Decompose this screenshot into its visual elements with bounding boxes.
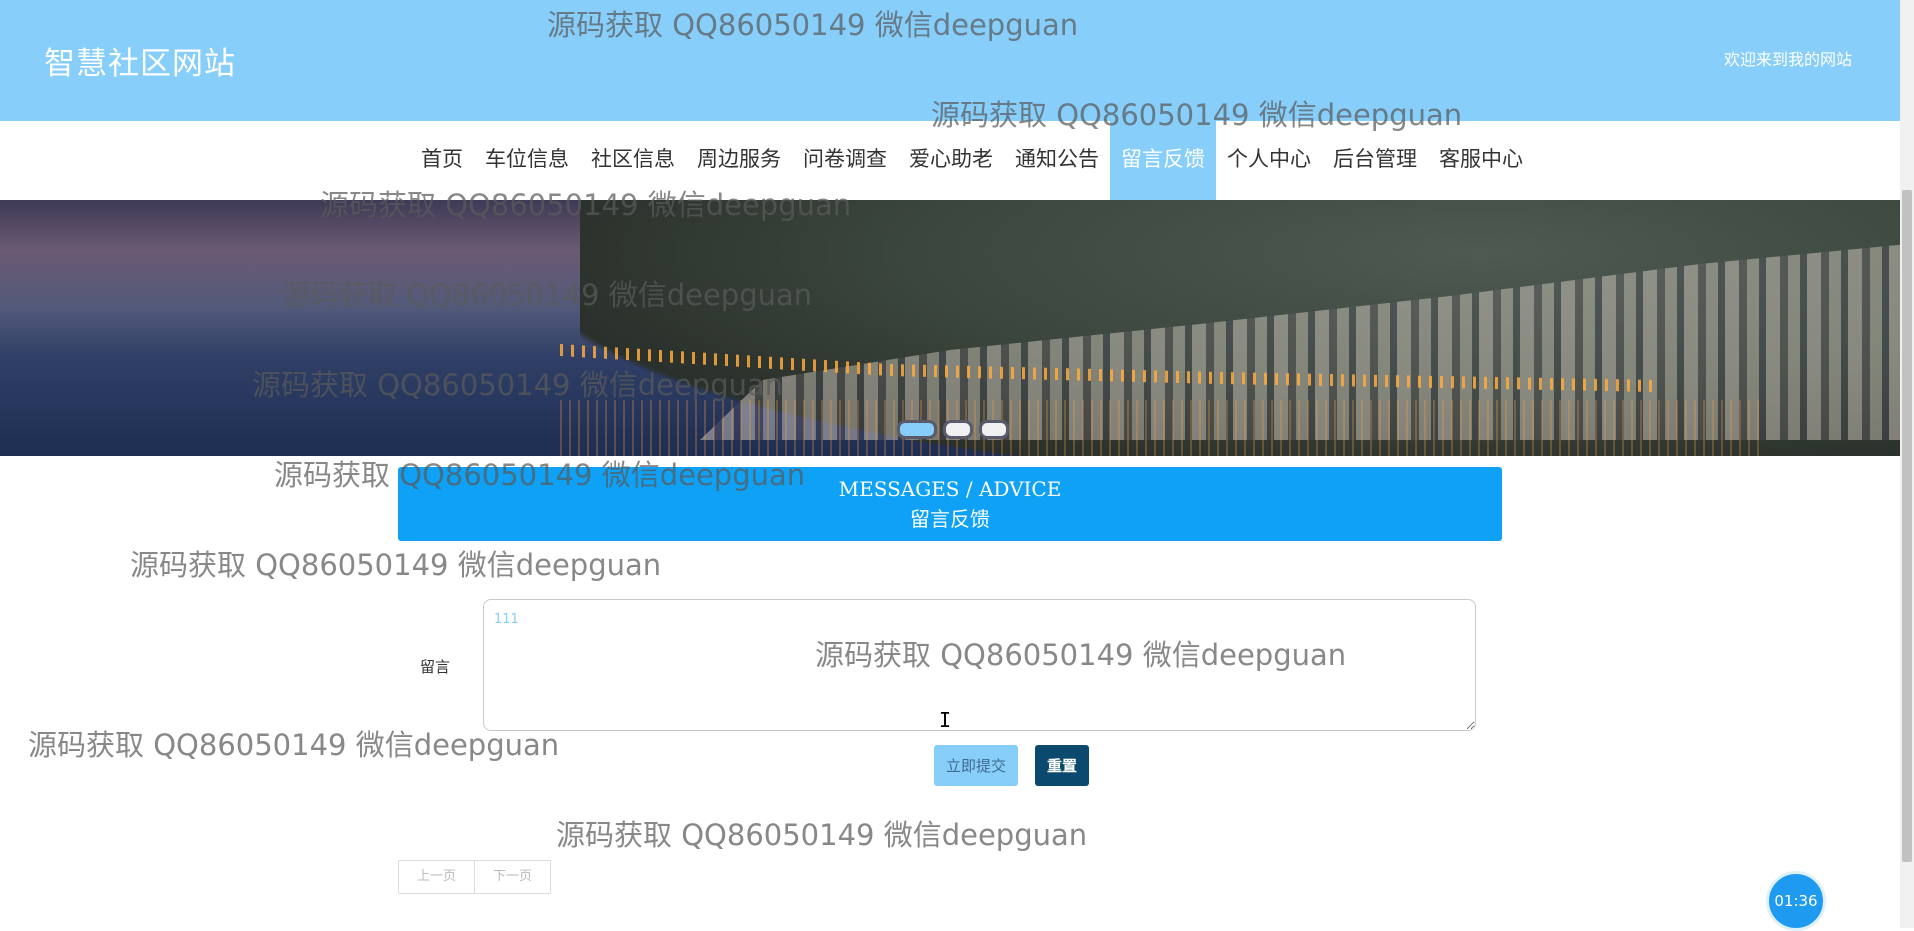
welcome-text: 欢迎来到我的网站 (1723, 50, 1852, 69)
nav-item-elderly-care[interactable]: 爱心助老 (898, 121, 1004, 200)
section-title-cn: 留言反馈 (910, 507, 990, 531)
next-page-button[interactable]: 下一页 (475, 860, 551, 894)
carousel-dot-1[interactable] (897, 420, 937, 439)
section-title-en: MESSAGES / ADVICE (838, 477, 1062, 501)
nav-item-parking[interactable]: 车位信息 (474, 121, 580, 200)
nav-item-support[interactable]: 客服中心 (1428, 121, 1534, 200)
timer-badge[interactable]: 01:36 (1766, 871, 1826, 931)
banner-carousel (0, 200, 1900, 456)
prev-page-button[interactable]: 上一页 (398, 860, 475, 894)
watermark-text: 源码获取 QQ86050149 微信deepguan (28, 728, 560, 762)
carousel-dot-3[interactable] (979, 420, 1009, 439)
carousel-indicators (897, 420, 1009, 439)
site-title[interactable]: 智慧社区网站 (44, 38, 236, 83)
nav-item-home[interactable]: 首页 (410, 121, 474, 200)
text-cursor-icon: I (939, 708, 952, 732)
nav-item-services[interactable]: 周边服务 (686, 121, 792, 200)
message-label: 留言 (420, 658, 451, 676)
page-scrollbar[interactable] (1900, 0, 1914, 928)
submit-button[interactable]: 立即提交 (934, 745, 1018, 786)
scrollbar-thumb[interactable] (1902, 190, 1912, 862)
watermark-text: 源码获取 QQ86050149 微信deepguan (130, 548, 662, 582)
message-textarea[interactable]: 111 (483, 599, 1476, 731)
carousel-dot-2[interactable] (943, 420, 973, 439)
watermark-text: 源码获取 QQ86050149 微信deepguan (556, 818, 1088, 852)
nav-item-notices[interactable]: 通知公告 (1004, 121, 1110, 200)
nav-item-feedback[interactable]: 留言反馈 (1110, 121, 1216, 200)
pagination: 上一页 下一页 (398, 860, 551, 894)
main-nav: 首页 车位信息 社区信息 周边服务 问卷调查 爱心助老 通知公告 留言反馈 个人… (0, 121, 1900, 200)
site-header: 智慧社区网站 欢迎来到我的网站 (0, 0, 1900, 121)
nav-item-survey[interactable]: 问卷调查 (792, 121, 898, 200)
reset-button[interactable]: 重置 (1035, 745, 1089, 786)
nav-item-admin[interactable]: 后台管理 (1322, 121, 1428, 200)
banner-water-reflection (560, 400, 1760, 456)
nav-item-profile[interactable]: 个人中心 (1216, 121, 1322, 200)
section-title-bar: MESSAGES / ADVICE 留言反馈 (398, 467, 1502, 541)
nav-item-community[interactable]: 社区信息 (580, 121, 686, 200)
